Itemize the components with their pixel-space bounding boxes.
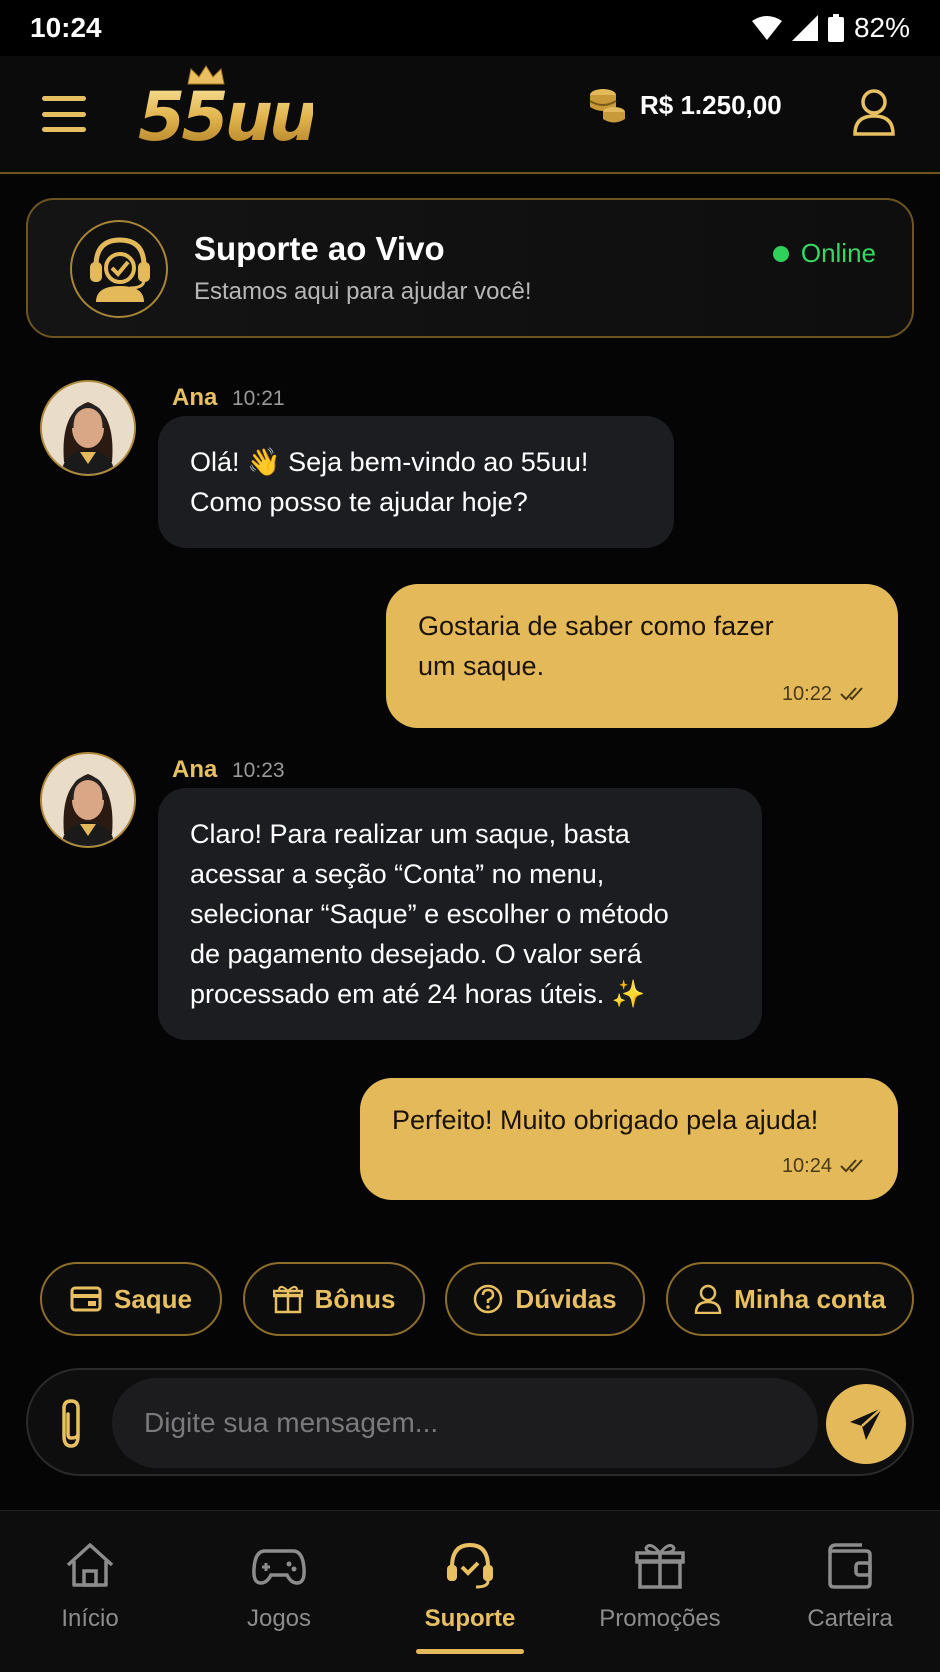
user-icon <box>694 1284 722 1314</box>
message-meta: 10:22 <box>782 674 868 714</box>
agent-message-bubble: Olá! 👋 Seja bem-vindo ao 55uu! Como poss… <box>158 416 674 548</box>
nav-item-carteira[interactable]: Carteira <box>760 1537 940 1647</box>
message-time: 10:23 <box>232 759 285 782</box>
battery-icon <box>827 14 844 42</box>
message-input[interactable] <box>112 1378 818 1468</box>
message-time: 10:22 <box>781 683 832 705</box>
quick-action-saque[interactable]: Saque <box>40 1262 222 1336</box>
paperclip-icon <box>62 1399 80 1448</box>
status-time: 10:24 <box>30 12 102 43</box>
quick-action-label: Minha conta <box>734 1283 886 1314</box>
double-check-icon <box>840 1159 863 1173</box>
message-time: 10:24 <box>781 1155 832 1177</box>
agent-avatar <box>40 752 136 848</box>
nav-item-inicio[interactable]: Início <box>0 1537 180 1647</box>
nav-label: Jogos <box>246 1605 312 1632</box>
wallet-icon <box>828 1543 872 1589</box>
app-header: 55uu R$ 1.250,00 <box>0 56 940 174</box>
online-status: Online <box>772 238 876 269</box>
status-icons: 82% <box>751 12 910 44</box>
brand-logo[interactable]: 55uu <box>138 65 338 166</box>
agent-avatar <box>40 380 136 476</box>
online-dot-icon <box>772 245 789 262</box>
message-sender-name: Ana <box>172 384 218 411</box>
user-icon <box>853 89 895 136</box>
status-bar: 10:24 82% <box>0 0 940 56</box>
message-line: de pagamento desejado. O valor será <box>190 939 642 969</box>
message-sender-name: Ana <box>172 756 218 783</box>
bottom-navigation: Início Jogos Suporte Promoções Carteira <box>0 1510 940 1672</box>
home-icon <box>66 1543 114 1587</box>
user-message-bubble: Gostaria de saber como fazer um saque. 1… <box>386 584 898 728</box>
menu-icon-line <box>42 111 86 117</box>
message-line: Olá! 👋 Seja bem-vindo ao 55uu! <box>190 447 589 477</box>
balance-amount: R$ 1.250,00 <box>640 89 782 120</box>
signal-icon <box>791 15 818 41</box>
nav-label: Início <box>61 1605 119 1632</box>
nav-label: Suporte <box>424 1605 516 1632</box>
question-icon <box>474 1284 503 1314</box>
support-agent-icon <box>70 220 168 318</box>
user-message-bubble: Perfeito! Muito obrigado pela ajuda! 10:… <box>360 1078 898 1200</box>
send-button[interactable] <box>826 1384 906 1464</box>
wifi-icon <box>751 16 782 40</box>
quick-action-label: Saque <box>113 1283 193 1314</box>
support-card: Suporte ao Vivo Estamos aqui para ajudar… <box>26 198 914 338</box>
message-line: Como posso te ajudar hoje? <box>190 487 528 517</box>
attach-button[interactable] <box>54 1398 90 1450</box>
online-label: Online <box>800 238 876 268</box>
menu-icon-line <box>42 96 86 101</box>
message-time: 10:21 <box>232 387 285 410</box>
message-line: Gostaria de saber como fazer <box>418 611 774 641</box>
support-title: Suporte ao Vivo <box>194 230 445 267</box>
menu-icon-line <box>42 127 86 132</box>
quick-action-minha-conta[interactable]: Minha conta <box>666 1262 914 1336</box>
active-tab-indicator <box>416 1649 524 1654</box>
nav-label: Carteira <box>807 1605 893 1632</box>
quick-action-label: Dúvidas <box>515 1283 617 1314</box>
coins-icon <box>589 89 625 123</box>
balance-display[interactable]: R$ 1.250,00 <box>588 86 782 124</box>
message-line: Claro! Para realizar um saque, basta <box>190 819 630 849</box>
quick-action-label: Bônus <box>314 1283 396 1314</box>
gift-icon <box>635 1543 685 1589</box>
gamepad-icon <box>252 1549 306 1585</box>
double-check-icon <box>840 687 863 701</box>
logo-text: 55uu <box>138 78 317 157</box>
message-line: Perfeito! Muito obrigado pela ajuda! <box>392 1105 819 1135</box>
message-line: selecionar “Saque” e escolher o método <box>190 899 669 929</box>
quick-action-duvidas[interactable]: Dúvidas <box>445 1262 645 1336</box>
card-icon <box>70 1286 102 1312</box>
nav-label: Promoções <box>599 1605 721 1632</box>
quick-actions: Saque Bônus Dúvidas Minha conta <box>40 1262 914 1336</box>
quick-action-bonus[interactable]: Bônus <box>243 1262 425 1336</box>
menu-button[interactable] <box>42 96 86 132</box>
battery-percent: 82% <box>853 12 910 43</box>
message-composer <box>26 1368 914 1476</box>
profile-button[interactable] <box>852 88 896 136</box>
headset-icon <box>447 1542 493 1589</box>
message-meta: 10:24 <box>782 1146 868 1186</box>
gift-icon <box>272 1285 303 1314</box>
support-subtitle: Estamos aqui para ajudar você! <box>194 278 532 305</box>
nav-item-promocoes[interactable]: Promoções <box>570 1537 750 1647</box>
send-icon <box>850 1407 883 1440</box>
message-line: acessar a seção “Conta” no menu, <box>190 859 605 889</box>
message-line: processado em até 24 horas úteis. ✨ <box>190 979 646 1009</box>
agent-message-bubble: Claro! Para realizar um saque, basta ace… <box>158 788 762 1040</box>
nav-item-jogos[interactable]: Jogos <box>189 1537 369 1647</box>
nav-item-suporte[interactable]: Suporte <box>380 1537 560 1647</box>
